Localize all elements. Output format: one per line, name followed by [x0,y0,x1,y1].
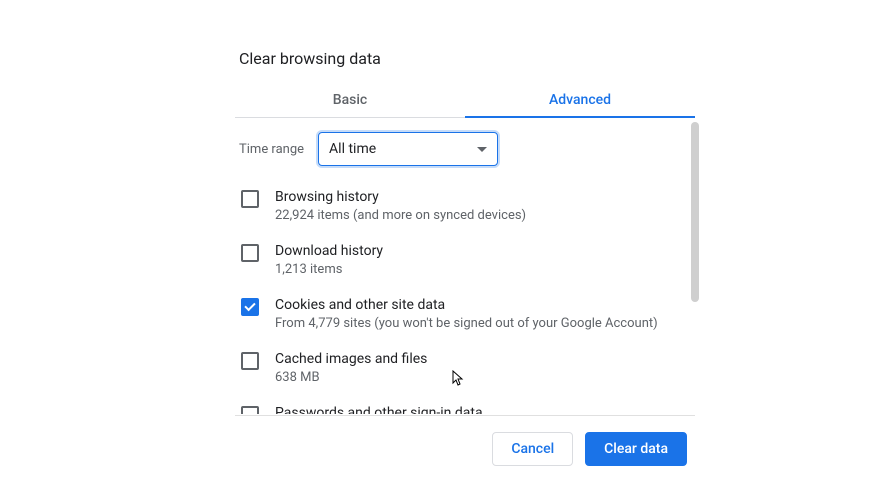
option-subtitle: From 4,779 sites (you won't be signed ou… [275,315,658,332]
option-title: Cached images and files [275,350,427,368]
option-cache: Cached images and files638 MB [239,342,691,396]
tab-basic[interactable]: Basic [235,82,465,117]
option-title: Download history [275,242,383,260]
checkbox-passwords[interactable] [241,406,259,414]
dialog-body: Time range All time Browsing history22,9… [235,118,695,414]
option-title: Cookies and other site data [275,296,658,314]
clear-data-button[interactable]: Clear data [585,432,687,466]
option-subtitle: 22,924 items (and more on synced devices… [275,207,526,224]
time-range-select[interactable]: All time [318,132,498,166]
option-subtitle: 638 MB [275,369,427,386]
option-title: Browsing history [275,188,526,206]
option-cookies: Cookies and other site dataFrom 4,779 si… [239,288,691,342]
tabs: Basic Advanced [235,82,695,118]
time-range-value: All time [329,141,376,157]
option-browsing-history: Browsing history22,924 items (and more o… [239,180,691,234]
option-subtitle: 1,213 items [275,261,383,278]
checkbox-download-history[interactable] [241,244,259,262]
dialog-footer: Cancel Clear data [235,415,695,466]
tab-advanced[interactable]: Advanced [465,82,695,118]
clear-browsing-data-dialog: Clear browsing data Basic Advanced Time … [235,45,695,414]
chevron-down-icon [477,147,487,152]
checkbox-browsing-history[interactable] [241,190,259,208]
time-range-label: Time range [239,142,304,157]
cancel-button[interactable]: Cancel [492,432,573,466]
option-passwords: Passwords and other sign-in data430 pass… [239,396,691,414]
scrollbar[interactable] [691,122,699,302]
checkbox-cookies[interactable] [241,298,259,316]
option-download-history: Download history1,213 items [239,234,691,288]
checkbox-cache[interactable] [241,352,259,370]
option-title: Passwords and other sign-in data [275,404,483,414]
dialog-title: Clear browsing data [235,45,695,82]
